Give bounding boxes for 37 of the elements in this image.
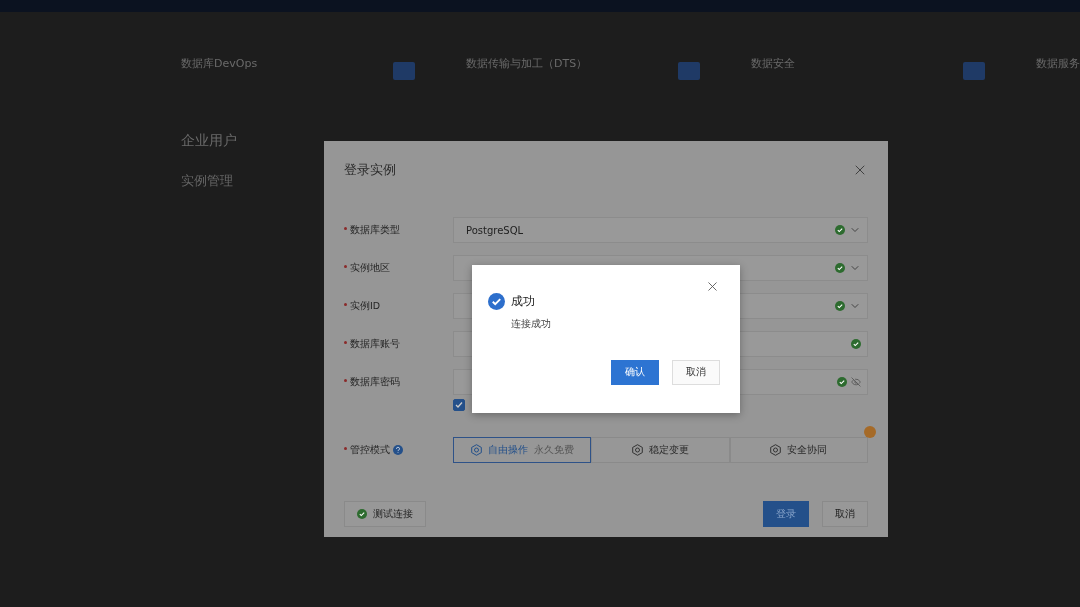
section-item: 实例管理 <box>181 172 233 190</box>
select-field[interactable]: PostgreSQL <box>453 217 868 243</box>
tile-title: 数据安全 <box>751 56 796 71</box>
mode-option[interactable]: 安全协同 <box>729 437 868 463</box>
cancel-button[interactable]: 取消 <box>672 360 720 385</box>
cancel-button[interactable]: 取消 <box>822 501 868 527</box>
badge-icon <box>864 426 876 438</box>
hexagon-icon <box>632 444 643 456</box>
tile-title: 数据传输与加工（DTS） <box>466 56 589 71</box>
help-icon[interactable] <box>393 445 403 455</box>
tile-icon <box>963 62 985 80</box>
popup-title: 成功 <box>511 293 535 310</box>
field-label: 实例地区 <box>344 261 453 275</box>
tile-icon <box>393 62 415 80</box>
login-button[interactable]: 登录 <box>763 501 809 527</box>
dialog-title: 登录实例 <box>344 161 396 179</box>
close-icon[interactable] <box>705 279 720 294</box>
check-circle-icon <box>488 293 505 310</box>
tile-title: 数据服务 <box>1036 56 1080 71</box>
field-label: 管控模式 <box>344 443 453 457</box>
section-title: 企业用户 <box>181 132 237 150</box>
test-connection-button[interactable]: 测试连接 <box>344 501 426 527</box>
option-note: 永久免费 <box>533 443 574 457</box>
field-label: 数据库密码 <box>344 375 453 389</box>
popup-message: 连接成功 <box>511 317 551 331</box>
remember-checkbox[interactable] <box>453 399 465 411</box>
mode-option[interactable]: 稳定变更 <box>591 437 730 463</box>
hexagon-icon <box>470 444 482 456</box>
mode-option[interactable]: 自由操作 永久免费 <box>453 437 592 463</box>
field-label: 数据库类型 <box>344 223 453 237</box>
confirm-button[interactable]: 确认 <box>611 360 659 385</box>
eye-off-icon[interactable] <box>851 377 861 387</box>
tile-title: 数据库DevOps <box>181 56 259 71</box>
field-label: 数据库账号 <box>344 337 453 351</box>
tile-icon <box>678 62 700 80</box>
field-label: 实例ID <box>344 299 453 313</box>
hexagon-icon <box>770 444 782 456</box>
